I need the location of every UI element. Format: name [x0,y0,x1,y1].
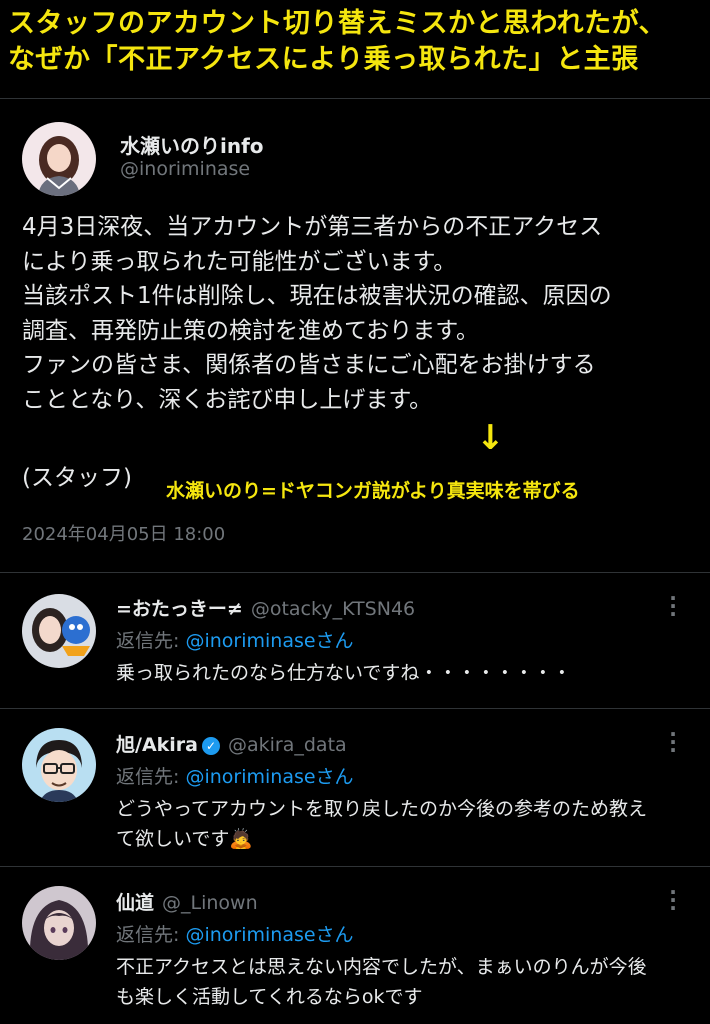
main-post-timestamp[interactable]: 2024年04月05日 18:00 [22,520,225,546]
reply-text-line: て欲しいです🙇 [116,828,254,850]
reply-to-mention[interactable]: @inoriminaseさん [185,630,353,652]
reply-handle[interactable]: @_Linown [162,892,258,914]
reply-to-label: 返信先: [116,766,186,788]
reply-handle[interactable]: @otacky_KTSN46 [251,598,415,620]
main-post-signature: (スタッフ) [22,465,132,491]
main-post-avatar[interactable] [22,122,96,196]
annotation-caption: 水瀬いのり=ドヤコンガ説がより真実味を帯びる [166,480,580,502]
reply-to-mention[interactable]: @inoriminaseさん [185,766,353,788]
reply-header: 仙道 @_Linown [116,888,258,915]
reply-handle[interactable]: @akira_data [228,734,347,756]
divider [0,98,710,99]
reply-item[interactable]: 仙道 @_Linown · · · 返信先: @inoriminaseさん 不正アクセ… [0,866,710,1024]
verified-badge-icon: ✓ [201,737,220,755]
reply-display-name[interactable]: 旭/Akira [116,734,198,756]
reply-item[interactable]: 旭/Akira ✓ @akira_data · · · 返信先: @inoriminas… [0,708,710,866]
reply-header: 旭/Akira ✓ @akira_data [116,730,347,757]
reply-to-label: 返信先: [116,630,186,652]
main-post-body-line: こととなり、深くお詫び申し上げます。 [22,386,433,413]
main-post-display-name[interactable]: 水瀬いのりinfo [120,130,264,159]
more-vertical-icon[interactable]: · · · [666,882,680,918]
reply-display-name[interactable]: 仙道 [116,892,154,914]
reply-item[interactable]: =おたっきー≠ @otacky_KTSN46 · · · 返信先: @inorimin… [0,572,710,708]
main-post-body-line: ファンの皆さま、関係者の皆さまにご心配をお掛けする [22,352,596,378]
headline-line-2: なぜか「不正アクセスにより乗っ取られた」と主張 [8,44,639,75]
reply-avatar[interactable] [22,728,96,802]
main-post-body-line: 調査、再発防止策の検討を進めております。 [22,317,480,344]
more-vertical-icon[interactable]: · · · [666,588,680,624]
reply-header: =おたっきー≠ @otacky_KTSN46 [116,594,415,621]
main-post-body: 4月3日深夜、当アカウントが第三者からの不正アクセス により乗っ取られた可能性が… [22,210,702,417]
reply-avatar[interactable] [22,594,96,668]
reply-text: 不正アクセスとは思えない内容でしたが、まぁいのりんが今後 も楽しく活動してくれる… [116,952,696,1012]
reply-text-line: 不正アクセスとは思えない内容でしたが、まぁいのりんが今後 [116,956,647,978]
reply-text-line: も楽しく活動してくれるならokです [116,986,423,1008]
reply-text: どうやってアカウントを取り戻したのか今後の参考のため教え て欲しいです🙇 [116,794,696,854]
reply-to-label: 返信先: [116,924,186,946]
reply-to-line: 返信先: @inoriminaseさん [116,626,354,653]
reply-avatar[interactable] [22,886,96,960]
reply-text: 乗っ取られたのなら仕方ないですね・・・・・・・・ [116,658,696,688]
headline-banner: スタッフのアカウント切り替えミスかと思われたが、 なぜか「不正アクセスにより乗っ… [8,6,708,78]
reply-display-name[interactable]: =おたっきー≠ [116,598,243,620]
reply-to-line: 返信先: @inoriminaseさん [116,762,354,789]
main-post-body-line: 4月3日深夜、当アカウントが第三者からの不正アクセス [22,214,603,240]
more-vertical-icon[interactable]: · · · [666,724,680,760]
headline-line-1: スタッフのアカウント切り替えミスかと思われたが、 [8,8,667,39]
reply-to-line: 返信先: @inoriminaseさん [116,920,354,947]
reply-text-line: どうやってアカウントを取り戻したのか今後の参考のため教え [116,798,648,820]
main-post-handle[interactable]: @inoriminase [120,158,250,180]
reply-text-line: 乗っ取られたのなら仕方ないですね・・・・・・・・ [116,662,572,684]
reply-to-mention[interactable]: @inoriminaseさん [185,924,353,946]
main-post-body-line: 当該ポスト1件は削除し、現在は被害状況の確認、原因の [22,283,612,309]
down-arrow-icon: ↓ [476,418,505,458]
main-post-body-line: により乗っ取られた可能性がございます。 [22,248,457,275]
